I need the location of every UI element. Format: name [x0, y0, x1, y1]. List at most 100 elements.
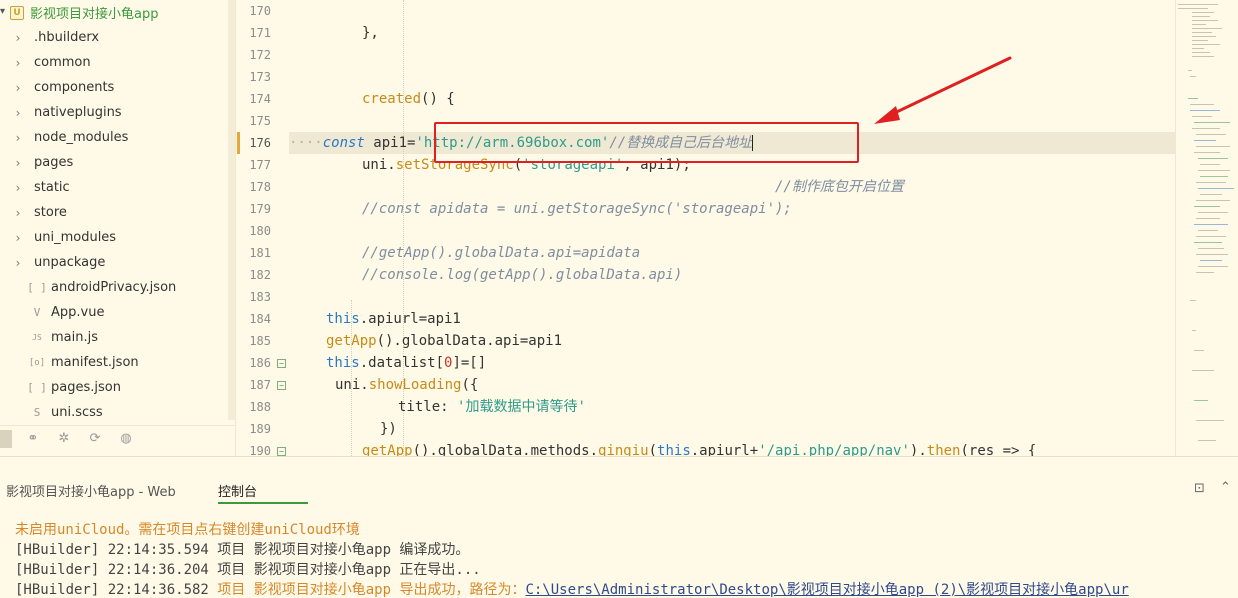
folder-label: components [34, 80, 115, 95]
minimap-line [1200, 176, 1228, 177]
minimap-line [1198, 170, 1230, 171]
code-line-190: getApp().globalData.methods.qingiu(this.… [362, 443, 1037, 456]
json-file-icon: [ ] [27, 281, 47, 294]
sidebar-toolbar: ⚭ ✲ ⟳ ◍ [0, 425, 235, 451]
minimap-line [1196, 200, 1230, 201]
console-panel: 影视项目对接小龟app - Web 控制台 ⊡ ⌃ 未启用uniCloud。需在… [0, 456, 1238, 598]
minimap-line [1194, 140, 1216, 141]
line-number: 184 [249, 312, 271, 326]
minimap-line [1190, 110, 1220, 111]
fold-toggle-icon[interactable]: − [277, 447, 286, 456]
open-terminal-icon[interactable]: ⊡ [1194, 481, 1205, 496]
minimap-line [1198, 212, 1228, 213]
folder-label: pages [34, 155, 74, 170]
file-app-vue[interactable]: V App.vue [0, 300, 228, 325]
folder-unpackage[interactable]: › unpackage [0, 250, 228, 275]
scss-file-icon: S [33, 406, 41, 419]
line-number: 170 [249, 4, 271, 18]
minimap-line [1192, 20, 1218, 21]
chevron-right-icon: › [15, 130, 21, 145]
folder-label: static [34, 180, 70, 195]
minimap-line [1196, 420, 1224, 421]
project-root[interactable]: ▾ U 影视项目对接小龟app [0, 0, 228, 25]
folder-common[interactable]: › common [0, 50, 228, 75]
file-android-privacy[interactable]: [ ] androidPrivacy.json [0, 275, 228, 300]
fold-toggle-icon[interactable]: − [277, 359, 286, 368]
minimap-line [1192, 128, 1220, 129]
chevron-right-icon: › [15, 255, 21, 270]
file-uni-scss[interactable]: S uni.scss [0, 400, 228, 425]
file-main-js[interactable]: JS main.js [0, 325, 228, 350]
export-path-link[interactable]: C:\Users\Administrator\Desktop\影视项目对接小龟a… [525, 582, 1128, 598]
line-number: 185 [249, 334, 271, 348]
minimap-line [1192, 40, 1208, 41]
minimap-line [1192, 28, 1222, 29]
minimap[interactable] [1175, 0, 1238, 456]
minimap-line [1178, 4, 1218, 5]
explorer-tab-icon[interactable] [0, 429, 12, 448]
annotation-arrow-icon [874, 56, 1012, 124]
plugin-globe-icon[interactable]: ◍ [116, 429, 136, 449]
line-number: 176 [249, 136, 271, 150]
folder-hbuilderx[interactable]: › .hbuilderx [0, 25, 228, 50]
minimap-line [1196, 236, 1226, 237]
source-control-icon[interactable]: ⟳ [85, 429, 105, 449]
file-label: pages.json [51, 380, 121, 395]
chevron-right-icon: › [15, 155, 21, 170]
minimap-line [1200, 164, 1220, 165]
code-line-174: created() { [362, 91, 455, 107]
folder-node-modules[interactable]: › node_modules [0, 125, 228, 150]
debug-bug-icon[interactable]: ✲ [54, 429, 74, 449]
folder-pages[interactable]: › pages [0, 150, 228, 175]
line-number: 178 [249, 180, 271, 194]
file-manifest[interactable]: [o] manifest.json [0, 350, 228, 375]
minimap-line [1192, 12, 1214, 13]
line-number: 181 [249, 246, 271, 260]
js-file-icon: JS [32, 333, 42, 342]
annotation-highlight-box [434, 122, 859, 163]
minimap-line [1194, 152, 1220, 153]
console-log-warning: 未启用uniCloud。需在项目点右键创建uniCloud环境 [15, 522, 360, 538]
vue-file-icon: V [33, 306, 41, 319]
minimap-line [1190, 104, 1214, 105]
folder-store[interactable]: › store [0, 200, 228, 225]
folder-label: unpackage [34, 255, 106, 270]
folder-label: uni_modules [34, 230, 117, 245]
project-explorer: ▾ U 影视项目对接小龟app › .hbuilderx › common › … [0, 0, 236, 456]
minimap-line [1194, 242, 1222, 243]
file-label: androidPrivacy.json [51, 280, 177, 295]
code-line-179: //const apidata = uni.getStorageSync('st… [362, 201, 792, 217]
binoculars-icon[interactable]: ⚭ [23, 429, 43, 449]
folder-nativeplugins[interactable]: › nativeplugins [0, 100, 228, 125]
code-line-181: //getApp().globalData.api=apidata [362, 245, 641, 261]
code-editor[interactable]: 170 171 172 173 174 175 176 177 178 179 180 181 182 1… [237, 0, 1175, 456]
minimap-line [1190, 76, 1196, 77]
collapse-chevron-icon[interactable]: ⌃ [1220, 480, 1231, 495]
collapse-caret-icon[interactable]: ▾ [0, 6, 5, 17]
tab-console[interactable]: 控制台 [218, 481, 257, 500]
minimap-line [1198, 158, 1228, 159]
folder-static[interactable]: › static [0, 175, 228, 200]
folder-uni-modules[interactable]: › uni_modules [0, 225, 228, 250]
minimap-line [1192, 56, 1214, 57]
line-number: 188 [249, 400, 271, 414]
code-area[interactable]: }, created() { ····const api1='http://ar… [289, 0, 1175, 456]
folder-components[interactable]: › components [0, 75, 228, 100]
fold-toggle-icon[interactable]: − [277, 381, 286, 390]
line-number: 187 [249, 378, 271, 392]
sidebar-scrollbar[interactable] [228, 0, 235, 420]
minimap-line [1198, 188, 1234, 189]
console-log-line: [HBuilder] 22:14:36.204 项目 影视项目对接小龟app 正… [15, 562, 481, 578]
minimap-line [1194, 350, 1204, 351]
file-pages-json[interactable]: [ ] pages.json [0, 375, 228, 400]
code-line-171: }, [362, 25, 379, 41]
manifest-file-icon: [o] [28, 357, 46, 368]
minimap-line [1192, 16, 1210, 17]
minimap-line [1196, 272, 1214, 273]
code-line-182: //console.log(getApp().globalData.api) [362, 267, 683, 283]
code-line-178: //制作底包开启位置 [775, 179, 904, 195]
project-name: 影视项目对接小龟app [30, 7, 159, 22]
console-project-title[interactable]: 影视项目对接小龟app - Web [6, 481, 176, 500]
minimap-line [1198, 266, 1228, 267]
minimap-line [1196, 134, 1226, 135]
